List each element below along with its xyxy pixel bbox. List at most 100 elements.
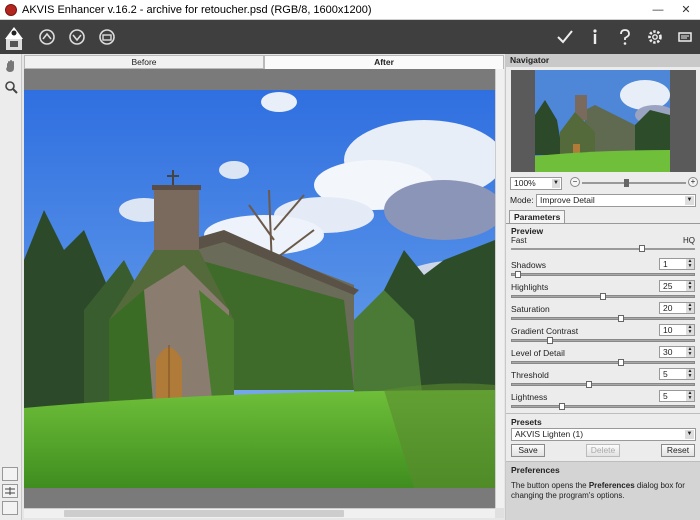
preset-select[interactable]: AKVIS Lighten (1) ▼: [511, 428, 696, 441]
processed-photo: [24, 90, 495, 488]
settings-icon[interactable]: [640, 22, 670, 52]
param-slider-track[interactable]: [511, 339, 695, 342]
param-slider-track[interactable]: [511, 361, 695, 364]
main-toolbar: [0, 20, 700, 54]
spinner-arrows-icon[interactable]: ▲ ▼: [686, 281, 694, 291]
image-canvas[interactable]: [24, 69, 495, 508]
navigator-title: Navigator: [510, 55, 550, 65]
preview-slider-track: [511, 248, 695, 250]
param-slider-knob[interactable]: [618, 359, 624, 366]
spinner-arrows-icon[interactable]: ▲ ▼: [686, 369, 694, 379]
single-view-icon[interactable]: [2, 467, 18, 481]
zoom-slider[interactable]: − +: [570, 177, 698, 189]
mode-label: Mode:: [510, 195, 534, 205]
preview-hq-label: HQ: [683, 236, 695, 245]
chevron-down-icon: ▼: [685, 430, 694, 439]
zoom-out-button[interactable]: −: [570, 177, 580, 187]
presets-title: Presets: [506, 413, 700, 428]
param-value-field[interactable]: 25 ▲ ▼: [659, 280, 695, 292]
zoom-slider-knob[interactable]: [624, 179, 629, 187]
param-slider-track[interactable]: [511, 405, 695, 408]
param-slider-track[interactable]: [511, 317, 695, 320]
vertical-scrollbar[interactable]: [495, 69, 504, 508]
chevron-down-icon: ▼: [552, 178, 560, 188]
zoom-select[interactable]: 100% ▼: [510, 176, 562, 190]
param-value: 5: [663, 369, 668, 379]
param-slider-knob[interactable]: [586, 381, 592, 388]
param-label: Threshold: [511, 370, 549, 380]
preview-title: Preview: [511, 226, 544, 236]
spinner-arrows-icon[interactable]: ▲ ▼: [686, 325, 694, 335]
zoom-in-button[interactable]: +: [688, 177, 698, 187]
navigator-preview[interactable]: [511, 70, 696, 172]
title-bar: AKVIS Enhancer v.16.2 - archive for reto…: [0, 0, 700, 20]
param-value: 5: [663, 391, 668, 401]
hint-title: Preferences: [511, 465, 560, 475]
scroll-thumb[interactable]: [64, 510, 344, 517]
param-value-field[interactable]: 10 ▲ ▼: [659, 324, 695, 336]
param-gradient-contrast: Gradient Contrast 10 ▲ ▼: [511, 323, 695, 345]
reset-preset-button[interactable]: Reset: [661, 444, 695, 457]
spinner-arrows-icon[interactable]: ▲ ▼: [686, 259, 694, 269]
param-value-field[interactable]: 20 ▲ ▼: [659, 302, 695, 314]
preview-slider[interactable]: [511, 245, 695, 253]
tool-strip: [0, 54, 22, 520]
param-slider-knob[interactable]: [600, 293, 606, 300]
preview-labels: Fast HQ: [511, 236, 695, 245]
print-icon[interactable]: [92, 22, 122, 52]
param-value-field[interactable]: 1 ▲ ▼: [659, 258, 695, 270]
preset-row: AKVIS Lighten (1) ▼: [506, 428, 700, 442]
horizontal-scrollbar[interactable]: [24, 508, 495, 518]
minimize-button[interactable]: —: [644, 0, 672, 20]
hint-text-bold: Preferences: [588, 481, 635, 490]
mode-select[interactable]: Improve Detail ▼: [536, 193, 696, 207]
zoom-slider-track: [582, 182, 686, 184]
param-label: Gradient Contrast: [511, 326, 579, 336]
param-label: Lightness: [511, 392, 548, 402]
messages-icon[interactable]: [670, 22, 700, 52]
param-slider-track[interactable]: [511, 273, 695, 276]
view-mode-tools: [2, 464, 18, 518]
save-preset-button[interactable]: Save: [511, 444, 545, 457]
param-value: 1: [663, 259, 668, 269]
tab-before[interactable]: Before: [24, 55, 264, 69]
spinner-arrows-icon[interactable]: ▲ ▼: [686, 347, 694, 357]
help-icon[interactable]: [610, 22, 640, 52]
param-value-field[interactable]: 5 ▲ ▼: [659, 368, 695, 380]
side-view-icon[interactable]: [2, 501, 18, 515]
parameters-body: Preview Fast HQ Shadows 1 ▲ ▼ Highlights 2…: [506, 223, 700, 411]
param-slider-knob[interactable]: [547, 337, 553, 344]
save-image-icon[interactable]: [62, 22, 92, 52]
info-icon[interactable]: [580, 22, 610, 52]
param-slider-knob[interactable]: [515, 271, 521, 278]
open-image-icon[interactable]: [32, 22, 62, 52]
parameter-list: Shadows 1 ▲ ▼ Highlights 25 ▲ ▼ Saturation 2…: [511, 257, 695, 411]
param-slider-knob[interactable]: [559, 403, 565, 410]
param-slider-knob[interactable]: [618, 315, 624, 322]
param-label: Saturation: [511, 304, 550, 314]
tab-after[interactable]: After: [264, 55, 504, 69]
param-highlights: Highlights 25 ▲ ▼: [511, 279, 695, 301]
spinner-arrows-icon[interactable]: ▲ ▼: [686, 303, 694, 313]
run-icon[interactable]: [550, 22, 580, 52]
param-shadows: Shadows 1 ▲ ▼: [511, 257, 695, 279]
zoom-tool-icon[interactable]: [2, 78, 20, 96]
param-value-field[interactable]: 5 ▲ ▼: [659, 390, 695, 402]
preview-fast-label: Fast: [511, 236, 527, 245]
preset-buttons: Save Delete Reset: [506, 442, 700, 460]
zoom-row: 100% ▼ − +: [506, 175, 700, 191]
spinner-arrows-icon[interactable]: ▲ ▼: [686, 391, 694, 401]
delete-preset-button[interactable]: Delete: [586, 444, 620, 457]
split-view-icon[interactable]: [2, 484, 18, 498]
chevron-down-icon: ▼: [685, 195, 694, 205]
param-value-field[interactable]: 30 ▲ ▼: [659, 346, 695, 358]
param-label: Shadows: [511, 260, 546, 270]
tab-parameters[interactable]: Parameters: [509, 210, 566, 223]
param-slider-track[interactable]: [511, 383, 695, 386]
hint-text-pre: The button opens the: [511, 481, 589, 490]
preview-slider-knob[interactable]: [639, 245, 645, 252]
settings-panel: Navigator 100% ▼ − + Mode: Improve Detai…: [505, 54, 700, 520]
close-button[interactable]: ✕: [672, 0, 700, 20]
hand-tool-icon[interactable]: [2, 57, 20, 75]
before-after-tabs: Before After: [24, 55, 504, 69]
